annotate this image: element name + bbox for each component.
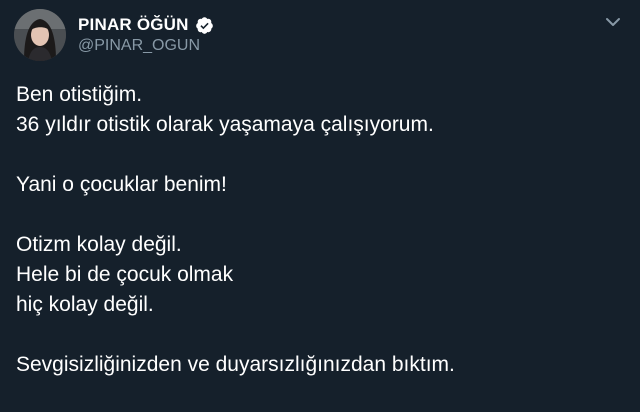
tweet-line: 36 yıldır otistik olarak yaşamaya çalışı… (16, 113, 434, 136)
user-handle[interactable]: @PINAR_OGUN (78, 37, 214, 55)
tweet-text: Ben otistiğim. 36 yıldır otistik olarak … (16, 80, 624, 380)
tweet-line: Hele bi de çocuk olmak (16, 263, 234, 286)
display-name[interactable]: PINAR ÖĞÜN (78, 15, 189, 35)
chevron-down-icon (606, 18, 620, 26)
profile-photo-icon (14, 9, 66, 61)
tweet-header: PINAR ÖĞÜN @PINAR_OGUN (14, 9, 626, 61)
tweet-line: Sevgisizliğinizden ve duyarsızlığınızdan… (16, 353, 455, 376)
tweet-line: Otizm kolay değil. (16, 233, 182, 256)
tweet-line: hiç kolay değil. (16, 293, 154, 316)
tweet-line: Yani o çocuklar benim! (16, 173, 227, 196)
author-block: PINAR ÖĞÜN @PINAR_OGUN (78, 14, 214, 55)
tweet-menu-button[interactable] (602, 13, 624, 31)
tweet-card: PINAR ÖĞÜN @PINAR_OGUN Ben otistiğim. 36… (0, 0, 640, 412)
avatar[interactable] (14, 9, 66, 61)
tweet-line: Ben otistiğim. (16, 83, 143, 106)
verified-badge-icon (195, 16, 214, 35)
display-name-row: PINAR ÖĞÜN (78, 14, 214, 36)
